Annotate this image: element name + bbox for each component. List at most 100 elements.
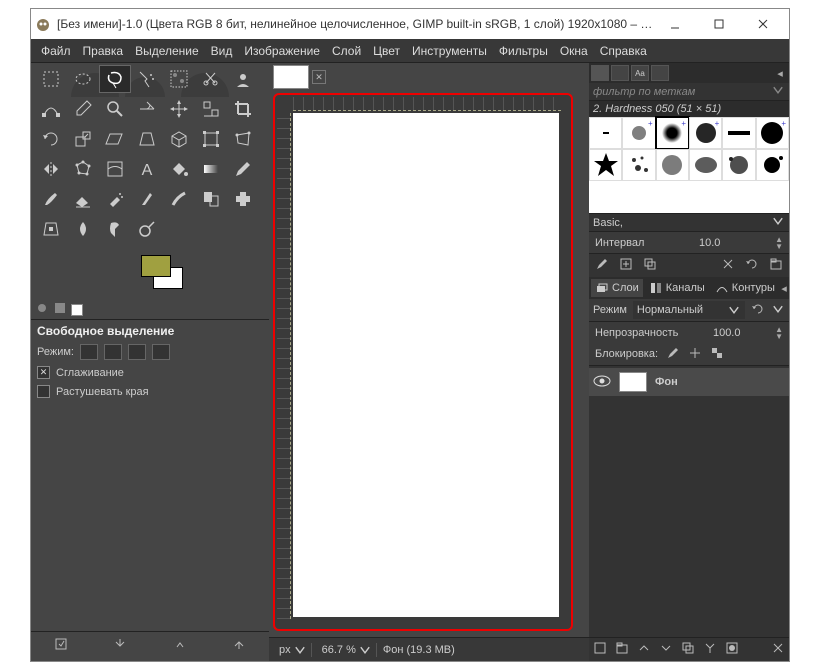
fonts-tab[interactable]: Aa <box>631 65 649 81</box>
tool-zoom[interactable] <box>99 95 131 123</box>
brush-splat3[interactable] <box>756 149 789 181</box>
brush-refresh-icon[interactable] <box>745 257 759 274</box>
layer-delete-icon[interactable] <box>771 641 785 658</box>
tool-ink[interactable] <box>131 185 163 213</box>
menu-file[interactable]: Файл <box>35 44 77 58</box>
layer-merge-icon[interactable] <box>703 641 717 658</box>
menu-windows[interactable]: Окна <box>554 44 594 58</box>
brush-soft-075[interactable]: + <box>689 117 722 149</box>
gradient-indicator[interactable] <box>71 304 83 316</box>
canvas[interactable] <box>293 113 559 617</box>
brush-indicator[interactable] <box>35 301 49 320</box>
brush-grunge1[interactable] <box>656 149 689 181</box>
antialias-checkbox[interactable] <box>37 366 50 379</box>
tool-pencil[interactable] <box>227 155 259 183</box>
tool-bucket-fill[interactable] <box>163 155 195 183</box>
mode-add[interactable] <box>104 344 122 360</box>
tool-perspective[interactable] <box>131 125 163 153</box>
tool-ellipse-select[interactable] <box>67 65 99 93</box>
brush-hard-round[interactable]: + <box>756 117 789 149</box>
foreground-color[interactable] <box>141 255 171 277</box>
visibility-icon[interactable] <box>593 374 611 391</box>
tool-rect-select[interactable] <box>35 65 67 93</box>
layer-up-icon[interactable] <box>637 641 651 658</box>
menu-tools[interactable]: Инструменты <box>406 44 493 58</box>
tool-gradient[interactable] <box>195 155 227 183</box>
tool-text[interactable]: A <box>131 155 163 183</box>
tool-clone[interactable] <box>195 185 227 213</box>
tool-shear[interactable] <box>99 125 131 153</box>
tool-blur[interactable] <box>67 215 99 243</box>
minimize-button[interactable] <box>653 10 697 38</box>
ruler-horizontal[interactable] <box>293 97 561 111</box>
close-button[interactable] <box>741 10 785 38</box>
history-tab[interactable] <box>651 65 669 81</box>
layers-tab[interactable]: Слои <box>591 279 643 297</box>
brush-edit-icon[interactable] <box>595 257 609 274</box>
layer-duplicate-icon[interactable] <box>681 641 695 658</box>
brush-duplicate-icon[interactable] <box>643 257 657 274</box>
layer-mode-reset-icon[interactable] <box>751 302 765 319</box>
mode-subtract[interactable] <box>128 344 146 360</box>
brush-delete-icon[interactable] <box>721 257 735 274</box>
tool-scale[interactable] <box>67 125 99 153</box>
tool-flip[interactable] <box>35 155 67 183</box>
lock-position-icon[interactable] <box>688 346 702 363</box>
pattern-indicator[interactable] <box>53 301 67 320</box>
brush-open-icon[interactable] <box>769 257 783 274</box>
layer-group-icon[interactable] <box>615 641 629 658</box>
tool-cage[interactable] <box>67 155 99 183</box>
layers-dock-menu-icon[interactable]: ◂ <box>781 282 787 295</box>
brush-pixel[interactable] <box>589 117 622 149</box>
mode-replace[interactable] <box>80 344 98 360</box>
tool-move[interactable] <box>163 95 195 123</box>
menu-view[interactable]: Вид <box>205 44 239 58</box>
menu-filters[interactable]: Фильтры <box>493 44 554 58</box>
brush-soft-050[interactable]: + <box>656 117 689 149</box>
mode-intersect[interactable] <box>152 344 170 360</box>
unit-selector[interactable]: px <box>275 643 312 657</box>
patterns-tab[interactable] <box>611 65 629 81</box>
tool-mypaint-brush[interactable] <box>163 185 195 213</box>
tool-perspective-clone[interactable] <box>35 215 67 243</box>
maximize-button[interactable] <box>697 10 741 38</box>
brush-splat1[interactable] <box>622 149 655 181</box>
tool-crop[interactable] <box>227 95 259 123</box>
lock-alpha-icon[interactable] <box>710 346 724 363</box>
tool-warp[interactable] <box>99 155 131 183</box>
menu-edit[interactable]: Правка <box>77 44 130 58</box>
layer-new-icon[interactable] <box>593 641 607 658</box>
tool-dodge-burn[interactable] <box>131 215 163 243</box>
brush-hard-line[interactable] <box>722 117 755 149</box>
tool-smudge[interactable] <box>99 215 131 243</box>
tool-paintbrush[interactable] <box>35 185 67 213</box>
zoom-selector[interactable]: 66.7 % <box>318 643 377 657</box>
tool-paths[interactable] <box>35 95 67 123</box>
tool-fuzzy-select[interactable] <box>131 65 163 93</box>
brush-grunge2[interactable] <box>689 149 722 181</box>
layer-item[interactable]: Фон <box>589 368 789 396</box>
ruler-vertical[interactable] <box>277 113 291 619</box>
tool-measure[interactable] <box>131 95 163 123</box>
tool-heal[interactable] <box>227 185 259 213</box>
layer-mode-select[interactable]: Нормальный <box>633 301 745 319</box>
lock-pixels-icon[interactable] <box>666 346 680 363</box>
tool-foreground-select[interactable] <box>227 65 259 93</box>
tool-eraser[interactable] <box>67 185 99 213</box>
menu-select[interactable]: Выделение <box>129 44 205 58</box>
menu-layer[interactable]: Слой <box>326 44 367 58</box>
tool-align[interactable] <box>195 95 227 123</box>
reset-options-icon[interactable] <box>232 637 246 656</box>
tab-close-icon[interactable]: ✕ <box>312 70 326 84</box>
channels-tab[interactable]: Каналы <box>645 279 709 297</box>
tool-free-select[interactable] <box>99 65 131 93</box>
save-options-icon[interactable] <box>54 637 68 656</box>
tool-rotate[interactable] <box>35 125 67 153</box>
menu-help[interactable]: Справка <box>594 44 653 58</box>
layer-mask-icon[interactable] <box>725 641 739 658</box>
dock-menu-icon[interactable]: ◂ <box>773 67 787 80</box>
image-tab[interactable] <box>273 65 309 89</box>
tool-unified-transform[interactable] <box>195 125 227 153</box>
layer-name[interactable]: Фон <box>655 376 678 388</box>
brush-soft-small[interactable]: + <box>622 117 655 149</box>
